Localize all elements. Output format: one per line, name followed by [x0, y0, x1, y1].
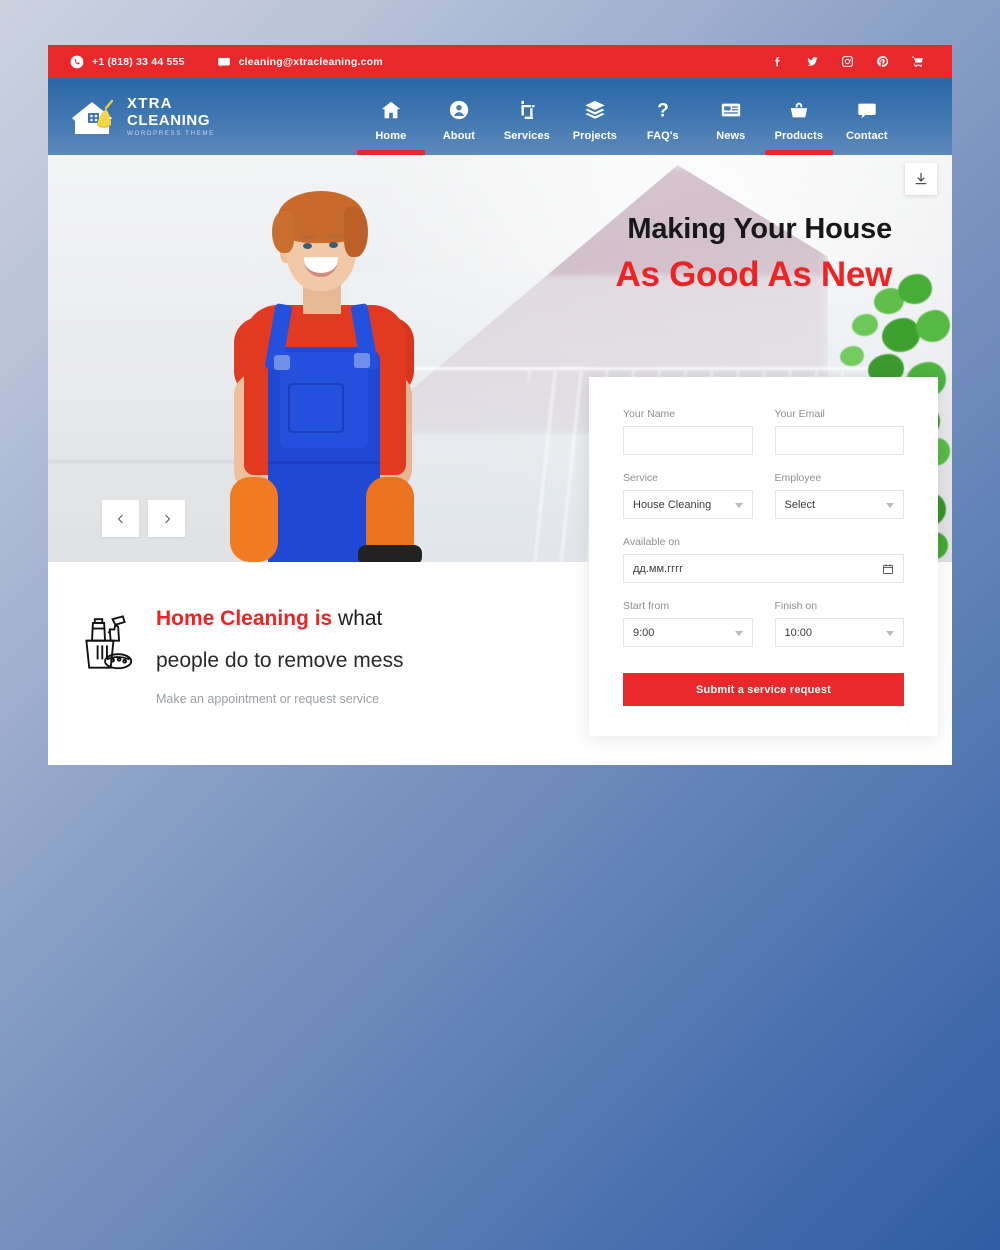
band-heading-line2: people do to remove mess [156, 649, 404, 673]
hero-headline-line1: Making Your House [627, 213, 892, 245]
phone-number: +1 (818) 33 44 555 [92, 55, 185, 68]
employee-label: Employee [774, 472, 822, 484]
hero-worker-photo [208, 177, 458, 562]
start-time-select[interactable]: 9:00 [623, 618, 753, 647]
finish-time-value: 10:00 [784, 626, 813, 639]
nav-item-products[interactable]: Products [764, 78, 833, 155]
user-icon [448, 97, 470, 123]
hero-headline-line2: As Good As New [615, 255, 893, 294]
finish-label: Finish on [774, 600, 818, 612]
nav-item-news[interactable]: News [697, 78, 765, 155]
nav-label-about: About [442, 130, 475, 142]
list-icon [720, 97, 742, 123]
nav-menu: Home About Services Projects ? FAQ's New… [356, 78, 901, 155]
date-value: дд.мм.гггг [633, 562, 684, 575]
nav-label-home: Home [375, 130, 407, 142]
date-input[interactable]: дд.мм.гггг [623, 554, 904, 583]
message-icon [217, 55, 231, 69]
svg-text:?: ? [657, 100, 669, 121]
submit-request-button[interactable]: Submit a service request [623, 673, 904, 706]
question-icon: ? [652, 97, 674, 123]
band-heading-rest: what [332, 607, 383, 630]
nav-item-faqs[interactable]: ? FAQ's [629, 78, 697, 155]
email-input[interactable] [774, 426, 904, 455]
cleaning-supplies-icon [78, 612, 134, 674]
nav-label-news: News [716, 130, 746, 142]
nav-item-services[interactable]: Services [493, 78, 561, 155]
nav-label-faqs: FAQ's [646, 130, 679, 142]
calendar-icon[interactable] [882, 563, 894, 575]
site-logo[interactable]: XTRA CLEANING WORDPRESS THEME [70, 96, 215, 138]
phone-icon [70, 55, 84, 69]
cart-icon[interactable] [910, 55, 924, 69]
nav-label-services: Services [503, 130, 550, 142]
slider-prev-button[interactable] [102, 500, 139, 537]
pinterest-icon[interactable] [875, 55, 889, 69]
employee-value: Select [784, 498, 816, 511]
basket-icon [788, 97, 810, 123]
email-label: Your Email [774, 408, 825, 420]
email-contact[interactable]: cleaning@xtracleaning.com [217, 55, 383, 69]
home-icon [380, 97, 402, 123]
instagram-icon[interactable] [840, 55, 854, 69]
download-icon [915, 173, 927, 185]
chevron-down-icon [734, 630, 743, 636]
band-heading-line1: Home Cleaning is what [156, 607, 403, 630]
chevron-down-icon [886, 630, 894, 636]
crop-icon [516, 97, 538, 123]
nav-item-projects[interactable]: Projects [561, 78, 629, 155]
facebook-icon[interactable] [770, 55, 784, 69]
start-time-value: 9:00 [633, 626, 655, 639]
service-select[interactable]: House Cleaning [623, 490, 753, 519]
nav-label-projects: Projects [572, 130, 617, 142]
download-button[interactable] [905, 163, 937, 195]
top-contact-bar: +1 (818) 33 44 555 cleaning@xtracleaning… [48, 45, 952, 78]
band-heading-strong: Home Cleaning is [156, 607, 333, 630]
employee-select[interactable]: Select [774, 490, 904, 519]
house-with-broom-icon [70, 96, 118, 138]
slider-controls [102, 500, 185, 537]
nav-item-contact[interactable]: Contact [833, 78, 901, 155]
slider-next-button[interactable] [148, 500, 185, 537]
website-preview: +1 (818) 33 44 555 cleaning@xtracleaning… [48, 45, 952, 765]
date-label: Available on [623, 536, 681, 548]
logo-line-2: CLEANING [127, 111, 211, 129]
appointment-form: Your Name Your Email Service House Clean… [589, 377, 938, 736]
name-label: Your Name [623, 408, 676, 420]
nav-label-contact: Contact [846, 130, 888, 142]
start-label: Start from [623, 600, 670, 612]
phone-contact[interactable]: +1 (818) 33 44 555 [70, 55, 185, 69]
hero-headline: Making Your House As Good As New [615, 213, 893, 295]
band-subtext: Make an appointment or request service [156, 692, 380, 707]
logo-line-1: XTRA [127, 94, 173, 112]
social-links [770, 55, 934, 69]
nav-label-products: Products [774, 130, 824, 142]
chevron-down-icon [886, 502, 894, 508]
nav-item-home[interactable]: Home [356, 78, 425, 155]
twitter-icon[interactable] [805, 55, 819, 69]
nav-item-about[interactable]: About [425, 78, 493, 155]
chevron-down-icon [734, 502, 743, 508]
name-input[interactable] [623, 426, 753, 455]
main-navbar: XTRA CLEANING WORDPRESS THEME Home About… [48, 78, 952, 155]
service-value: House Cleaning [633, 498, 712, 511]
chat-icon [856, 97, 878, 123]
email-address: cleaning@xtracleaning.com [238, 55, 383, 68]
logo-tagline: WORDPRESS THEME [127, 129, 215, 137]
finish-time-select[interactable]: 10:00 [774, 618, 904, 647]
layers-icon [584, 97, 606, 123]
service-label: Service [623, 472, 659, 484]
